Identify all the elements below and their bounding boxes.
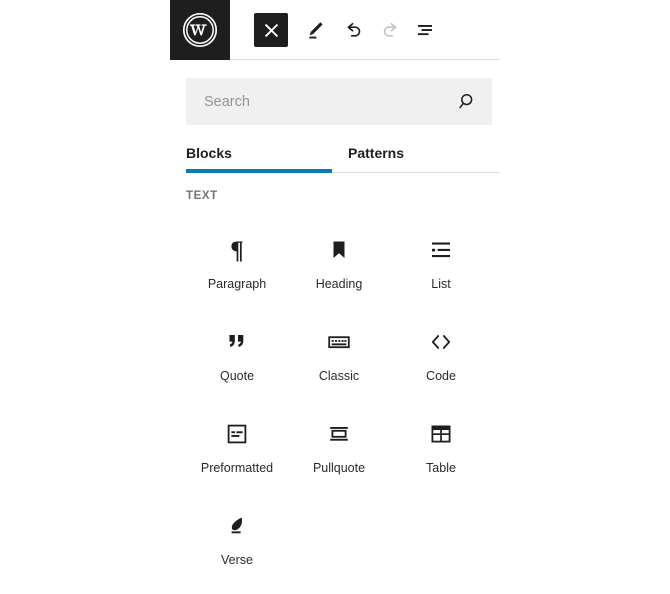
quote-icon: [186, 318, 288, 360]
block-inserter-panel: Blocks Patterns TEXT ¶ Paragraph Heading: [170, 0, 500, 589]
block-label: Pullquote: [312, 461, 366, 475]
pullquote-icon: [288, 410, 390, 452]
verse-leaf-icon: [186, 502, 288, 544]
paragraph-icon: ¶: [186, 226, 288, 268]
editor-toolbar: [170, 0, 500, 60]
block-label: Classic: [318, 369, 360, 383]
undo-arrow-icon: [347, 22, 361, 37]
block-label: Paragraph: [207, 277, 267, 291]
block-label: Quote: [219, 369, 255, 383]
tab-patterns[interactable]: Patterns: [348, 133, 494, 172]
code-brackets-icon: [390, 318, 492, 360]
preformatted-icon: [186, 410, 288, 452]
block-item-classic[interactable]: Classic: [288, 318, 390, 410]
search-icon[interactable]: [457, 91, 478, 112]
search-input[interactable]: [186, 78, 456, 125]
category-heading-text: TEXT: [186, 190, 218, 202]
block-item-preformatted[interactable]: Preformatted: [186, 410, 288, 502]
block-label: Verse: [221, 553, 253, 567]
tab-patterns-label: Patterns: [348, 144, 405, 161]
undo-button[interactable]: [336, 13, 370, 47]
list-view-icon: [418, 25, 432, 36]
close-icon: [264, 23, 278, 37]
keyboard-icon: [288, 318, 390, 360]
redo-arrow-icon: [383, 22, 397, 37]
block-item-table[interactable]: Table: [390, 410, 492, 502]
block-label: Preformatted: [200, 461, 274, 475]
block-item-code[interactable]: Code: [390, 318, 492, 410]
block-item-paragraph[interactable]: ¶ Paragraph: [186, 226, 288, 318]
block-item-heading[interactable]: Heading: [288, 226, 390, 318]
block-label: Table: [426, 461, 456, 475]
tab-blocks[interactable]: Blocks: [186, 133, 332, 173]
pencil-icon: [309, 22, 323, 39]
block-label: Heading: [315, 277, 363, 291]
list-view-button[interactable]: [408, 13, 442, 47]
list-icon: [390, 226, 492, 268]
block-item-quote[interactable]: Quote: [186, 318, 288, 410]
table-grid-icon: [390, 410, 492, 452]
wordpress-logo[interactable]: [170, 0, 230, 60]
svg-text:¶: ¶: [230, 237, 244, 263]
block-label: List: [431, 277, 451, 291]
block-grid: ¶ Paragraph Heading List Quote Classic C…: [186, 226, 492, 594]
inserter-tabs: Blocks Patterns: [186, 133, 500, 173]
search-field[interactable]: [186, 78, 492, 125]
block-label: Code: [426, 369, 456, 383]
block-item-verse[interactable]: Verse: [186, 502, 288, 594]
close-inserter-button[interactable]: [254, 13, 288, 47]
heading-bookmark-icon: [288, 226, 390, 268]
tab-blocks-label: Blocks: [186, 144, 232, 161]
block-item-pullquote[interactable]: Pullquote: [288, 410, 390, 502]
tab-active-indicator: [186, 169, 332, 173]
redo-button[interactable]: [374, 13, 408, 47]
block-item-list[interactable]: List: [390, 226, 492, 318]
edit-button[interactable]: [298, 13, 332, 47]
